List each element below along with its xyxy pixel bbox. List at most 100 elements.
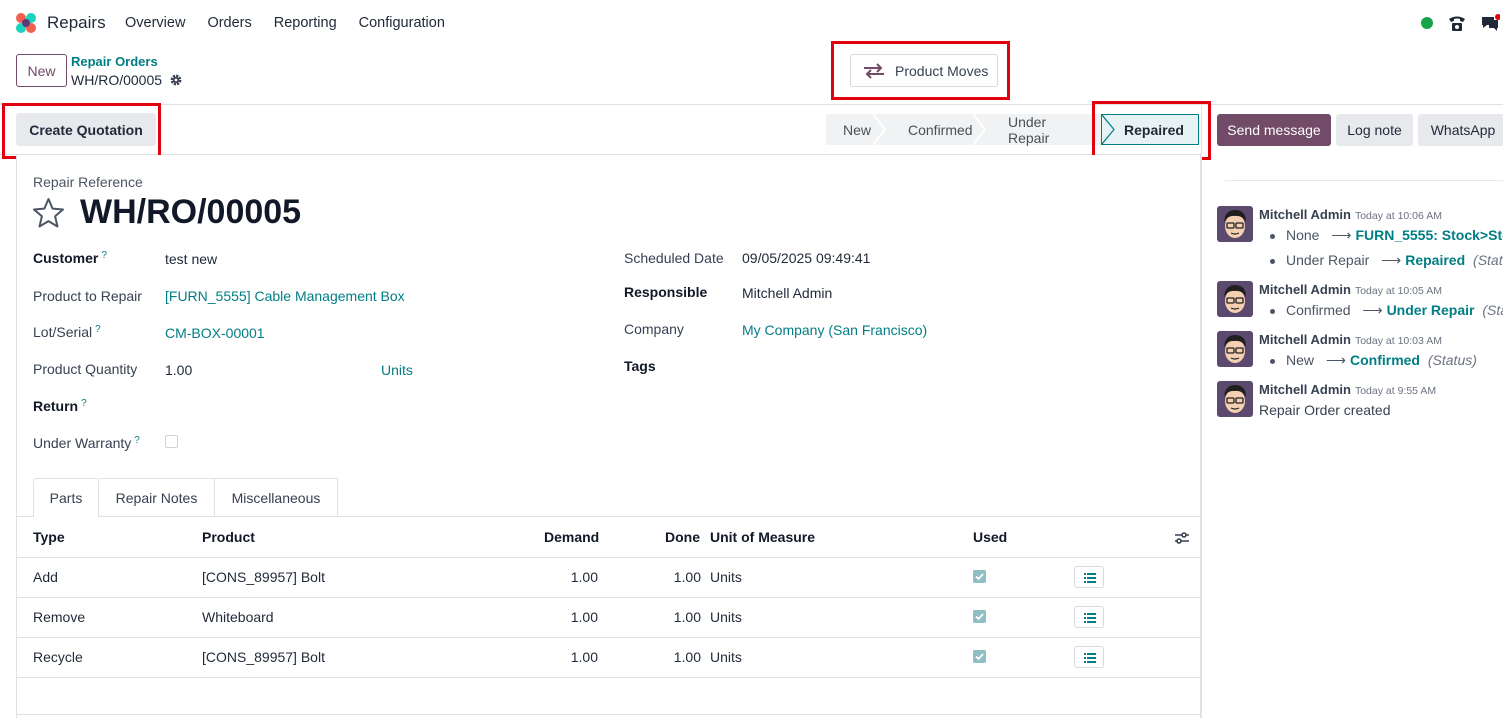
chat-icon[interactable] [1480, 14, 1500, 32]
message-time: Today at 10:05 AM [1354, 285, 1442, 297]
column-header-done[interactable]: Done [665, 529, 700, 545]
stage-new[interactable]: New [826, 114, 887, 145]
tab-underline [17, 516, 33, 517]
stage-label: Repaired [1124, 121, 1184, 138]
quantity-uom-field[interactable]: Units [381, 362, 413, 378]
tab-miscellaneous[interactable]: Miscellaneous [215, 478, 338, 517]
company-field[interactable]: My Company (San Francisco) [742, 322, 927, 338]
stage-label: New [843, 121, 872, 138]
cell-type[interactable]: Recycle [33, 649, 83, 665]
check-icon [975, 573, 984, 581]
column-header-type[interactable]: Type [33, 529, 65, 545]
breadcrumb-parent[interactable]: Repair Orders [71, 54, 158, 69]
customer-label: Customer? [33, 250, 107, 266]
cell-done[interactable]: 1.00 [640, 569, 701, 585]
repair-reference-label: Repair Reference [33, 174, 143, 190]
avatar[interactable] [1217, 281, 1253, 317]
used-checkbox[interactable] [973, 650, 986, 663]
transfer-arrows-icon [864, 62, 884, 79]
app-logo-icon[interactable] [15, 12, 37, 34]
used-checkbox[interactable] [973, 610, 986, 623]
status-pipeline: New Confirmed Under Repair Repaired [826, 114, 1199, 146]
cell-product[interactable]: [CONS_89957] Bolt [202, 569, 325, 585]
main-menu: Overview Orders Reporting Configuration [125, 15, 467, 31]
column-header-product[interactable]: Product [202, 529, 255, 545]
menu-overview[interactable]: Overview [125, 15, 185, 31]
optional-columns-icon[interactable] [1174, 530, 1190, 546]
stage-repaired[interactable]: Repaired [1101, 114, 1199, 145]
new-button[interactable]: New [16, 54, 67, 87]
list-icon [1084, 573, 1096, 583]
menu-orders[interactable]: Orders [207, 15, 251, 31]
app-name[interactable]: Repairs [47, 13, 106, 33]
create-quotation-button[interactable]: Create Quotation [16, 113, 156, 146]
author-name[interactable]: Mitchell Admin [1259, 207, 1351, 222]
cell-type[interactable]: Add [33, 569, 58, 585]
author-name[interactable]: Mitchell Admin [1259, 382, 1351, 397]
help-tooltip-icon[interactable]: ? [134, 435, 140, 446]
details-button[interactable] [1074, 606, 1104, 628]
cell-uom[interactable]: Units [710, 609, 742, 625]
details-button[interactable] [1074, 566, 1104, 588]
help-tooltip-icon[interactable]: ? [81, 398, 87, 409]
arrow-icon: ⟶ [1362, 302, 1383, 318]
author-name[interactable]: Mitchell Admin [1259, 332, 1351, 347]
cell-demand[interactable]: 1.00 [540, 609, 598, 625]
responsible-field[interactable]: Mitchell Admin [742, 285, 832, 301]
author-name[interactable]: Mitchell Admin [1259, 282, 1351, 297]
used-checkbox[interactable] [973, 570, 986, 583]
log-note-button[interactable]: Log note [1336, 114, 1413, 146]
avatar[interactable] [1217, 331, 1253, 367]
cell-demand[interactable]: 1.00 [540, 649, 598, 665]
details-button[interactable] [1074, 646, 1104, 668]
under-warranty-label: Under Warranty? [33, 435, 140, 451]
row-divider [17, 597, 1200, 598]
bullet-icon [1270, 358, 1275, 364]
send-message-button[interactable]: Send message [1217, 114, 1331, 146]
help-tooltip-icon[interactable]: ? [95, 324, 101, 335]
new-value: Confirmed [1349, 352, 1420, 368]
whatsapp-button[interactable]: WhatsApp [1418, 114, 1503, 146]
under-warranty-checkbox[interactable] [165, 435, 178, 448]
menu-configuration[interactable]: Configuration [359, 15, 445, 31]
product-to-repair-field[interactable]: [FURN_5555] Cable Management Box [165, 288, 405, 304]
record-name[interactable]: WH/RO/00005 [80, 193, 301, 232]
column-header-uom[interactable]: Unit of Measure [710, 529, 815, 545]
product-quantity-field[interactable]: 1.00 [165, 362, 192, 378]
message-time: Today at 9:55 AM [1354, 385, 1437, 397]
phone-icon[interactable] [1447, 14, 1467, 32]
scheduled-date-field[interactable]: 09/05/2025 09:49:41 [742, 250, 870, 266]
lot-serial-field[interactable]: CM-BOX-00001 [165, 325, 265, 341]
cell-done[interactable]: 1.00 [640, 649, 701, 665]
help-tooltip-icon[interactable]: ? [101, 250, 107, 261]
check-icon [975, 613, 984, 621]
menu-reporting[interactable]: Reporting [274, 15, 337, 31]
stage-under-repair[interactable]: Under Repair [986, 114, 1101, 146]
star-icon[interactable] [32, 197, 65, 228]
cell-done[interactable]: 1.00 [640, 609, 701, 625]
cell-product[interactable]: [CONS_89957] Bolt [202, 649, 325, 665]
customer-field[interactable]: test new [165, 251, 217, 267]
avatar[interactable] [1217, 381, 1253, 417]
avatar[interactable] [1217, 206, 1253, 242]
message-author: Mitchell Admin Today at 10:06 AM [1259, 207, 1442, 222]
product-moves-label: Product Moves [895, 62, 989, 79]
company-label: Company [624, 321, 684, 337]
cell-type[interactable]: Remove [33, 609, 85, 625]
cell-product[interactable]: Whiteboard [202, 609, 274, 625]
cell-uom[interactable]: Units [710, 649, 742, 665]
cell-uom[interactable]: Units [710, 569, 742, 585]
gear-icon[interactable] [169, 73, 183, 87]
label-text: Return [33, 398, 79, 414]
stage-separator-icon [973, 114, 987, 145]
tab-parts[interactable]: Parts [33, 478, 99, 517]
product-moves-button[interactable]: Product Moves [850, 54, 998, 87]
cell-demand[interactable]: 1.00 [540, 569, 598, 585]
tab-repair-notes[interactable]: Repair Notes [99, 478, 215, 517]
column-header-used[interactable]: Used [973, 529, 1007, 545]
return-label: Return? [33, 398, 87, 414]
stage-confirmed[interactable]: Confirmed [886, 114, 987, 145]
column-header-demand[interactable]: Demand [544, 529, 599, 545]
label-text: Lot/Serial [33, 324, 93, 340]
label-text: Customer [33, 250, 99, 266]
